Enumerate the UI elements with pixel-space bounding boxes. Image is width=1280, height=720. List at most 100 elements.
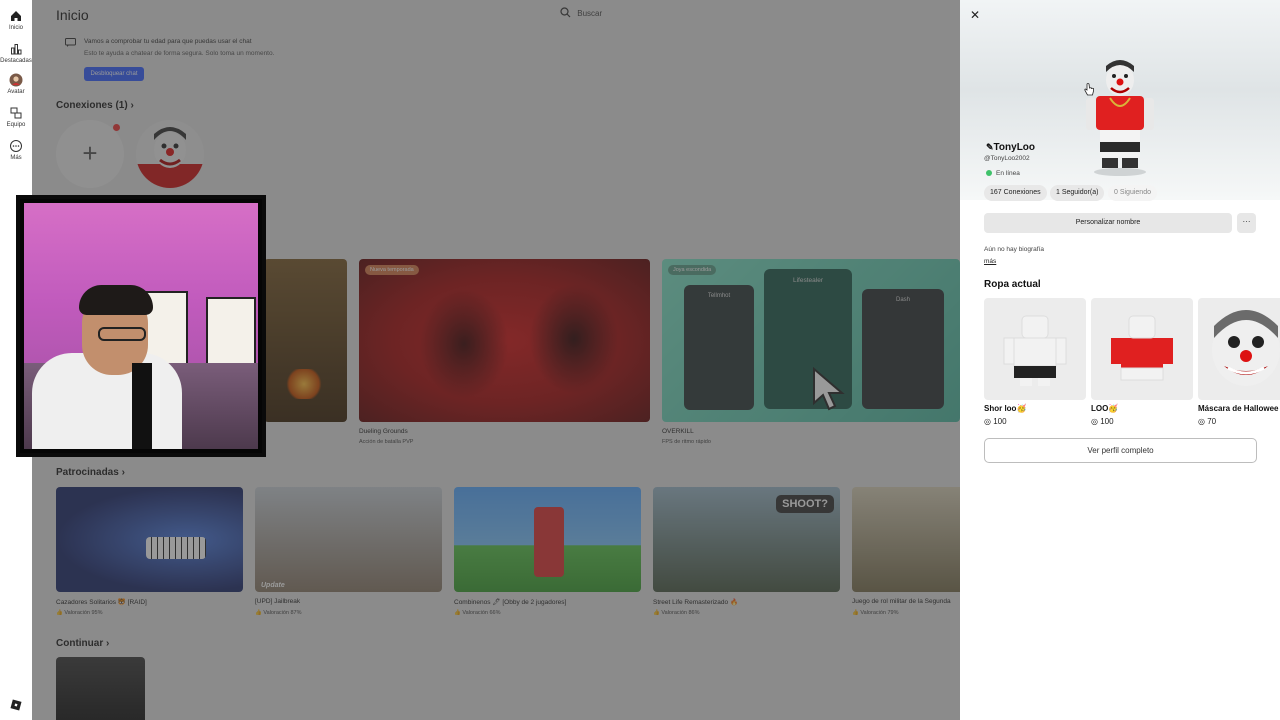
shirt-item-icon (1111, 315, 1173, 381)
nav-avatar-label: Avatar (7, 89, 25, 95)
page-title: Inicio (56, 7, 89, 23)
sponsored-item-title: Cazadores Solitarios 🐯 [RAID] (56, 599, 147, 606)
connection-avatar[interactable] (136, 120, 204, 188)
price-text: 100 (1100, 417, 1114, 426)
game-subtitle: FPS de ritmo rápido (662, 439, 711, 445)
age-notice-body: Esto te ayuda a chatear de forma segura.… (84, 50, 275, 57)
glasses (98, 327, 146, 341)
connections-count-pill[interactable]: 167 Conexiones (984, 185, 1047, 201)
game-title: Dueling Grounds (359, 428, 408, 435)
ability-card: Dash (862, 289, 944, 409)
outfit-item[interactable] (984, 298, 1086, 400)
more-options-button[interactable]: ··· (1237, 213, 1256, 233)
clown-avatar-icon (136, 127, 204, 188)
customize-name-button[interactable]: Personalizar nombre (984, 213, 1232, 233)
sponsored-item-rating: 👍 Valoración 86% (653, 610, 700, 616)
rating-text: Valoración 95% (64, 610, 103, 616)
robux-icon: ◎ (1198, 417, 1205, 426)
nav-more[interactable]: Más (0, 139, 32, 161)
display-name-text: TonyLoo (993, 142, 1036, 153)
more-icon (10, 140, 22, 152)
pencil-icon: ✎ (986, 142, 994, 152)
teeth-graphic (146, 537, 206, 559)
sponsored-item-rating: 👍 Valoración 79% (852, 610, 899, 616)
sponsored-thumb[interactable]: Update (255, 487, 442, 592)
chart-icon (11, 44, 22, 55)
search-bar[interactable]: Buscar (560, 7, 602, 18)
fighter-silhouette (419, 289, 509, 399)
sponsored-item-title: Street Life Remasterizado 🔥 (653, 599, 739, 606)
profile-panel: ✕ ✎TonyLoo @TonyLoo2002 En línea 167 Con… (960, 0, 1280, 720)
chevron-right-icon: › (130, 100, 134, 111)
add-connection-button[interactable]: + (56, 120, 124, 188)
following-count-pill[interactable]: 0 Siguiendo (1108, 185, 1157, 201)
nav-team[interactable]: Equipo (0, 106, 32, 128)
connections-title-label: Conexiones (1) (56, 100, 128, 111)
team-icon (10, 107, 22, 119)
bio-text: Aún no hay biografía (984, 246, 1044, 253)
view-full-profile-button[interactable]: Ver perfil completo (984, 438, 1257, 463)
unlock-chat-button[interactable]: Desbloquear chat (84, 67, 144, 81)
microphone (132, 363, 152, 449)
avatar-figure (1086, 60, 1154, 176)
continue-title-label: Continuar (56, 638, 104, 649)
sponsored-thumb[interactable] (454, 487, 641, 592)
followers-count-pill[interactable]: 1 Seguidor(a) (1050, 185, 1105, 201)
outfit-item[interactable] (1198, 298, 1280, 400)
nav-team-label: Equipo (6, 122, 26, 128)
shorts-item-icon (1003, 315, 1067, 386)
display-name[interactable]: ✎TonyLoo (986, 142, 1035, 153)
rating-text: Valoración 66% (462, 610, 501, 616)
shoot-badge: SHOOT? (776, 495, 834, 513)
nav-more-label: Más (10, 155, 22, 161)
sponsored-title-label: Patrocinadas (56, 467, 119, 478)
online-status-dot (986, 170, 992, 176)
sponsored-thumb[interactable] (852, 487, 960, 592)
price-text: 100 (993, 417, 1007, 426)
sponsored-item-rating: 👍 Valoración 66% (454, 610, 501, 616)
close-icon[interactable]: ✕ (968, 8, 982, 22)
ability-card-label: Tellmhot (707, 293, 731, 299)
roblox-logo-icon[interactable] (10, 699, 22, 711)
sponsored-item-title: Juego de rol militar de la Segunda (852, 598, 951, 605)
status-text: En línea (996, 170, 1020, 177)
game-thumb-partial[interactable] (264, 259, 347, 422)
game-thumb-dueling-grounds[interactable]: Nueva temporada (359, 259, 650, 422)
sponsored-thumb[interactable]: SHOOT? (653, 487, 840, 592)
outfit-item-price: ◎ 100 (984, 417, 1007, 426)
chat-icon (65, 38, 76, 47)
outfit-item[interactable] (1091, 298, 1193, 400)
robux-icon: ◎ (1091, 417, 1098, 426)
clown-mask-item-icon (1212, 310, 1280, 386)
sponsored-thumb[interactable] (56, 487, 243, 592)
webcam-feed (24, 203, 258, 449)
hand-cursor-icon (1084, 83, 1094, 96)
game-thumb-overkill[interactable]: Joya escondida Tellmhot Lifestealer Dash (662, 259, 960, 422)
outfit-item-price: ◎ 70 (1198, 417, 1216, 426)
continue-thumb[interactable] (56, 657, 145, 720)
home-icon (11, 11, 21, 21)
connections-title[interactable]: Conexiones (1) › (56, 100, 134, 111)
bio-more-link[interactable]: más (984, 258, 996, 265)
rating-text: Valoración 86% (661, 610, 700, 616)
sponsored-title[interactable]: Patrocinadas › (56, 467, 125, 478)
ability-card-label: Lifestealer (793, 277, 823, 284)
update-badge: Update (261, 582, 285, 589)
game-badge: Joya escondida (668, 265, 717, 275)
sponsored-item-rating: 👍 Valoración 95% (56, 610, 103, 616)
continue-title[interactable]: Continuar › (56, 638, 109, 649)
sponsored-item-title: Combinenos 🖊 [Obby de 2 jugadores] (454, 599, 567, 606)
outfit-title: Ropa actual (984, 279, 1041, 290)
nav-home[interactable]: Inicio (0, 9, 32, 31)
outfit-item-price: ◎ 100 (1091, 417, 1114, 426)
fire-graphic (284, 369, 324, 399)
ability-card: Tellmhot (684, 285, 754, 410)
age-notice-title: Vamos a comprobar tu edad para que pueda… (84, 38, 252, 45)
cursor-graphic-icon (813, 367, 845, 411)
rating-text: Valoración 87% (263, 610, 302, 616)
nav-featured-label: Destacadas (0, 58, 32, 64)
price-text: 70 (1207, 417, 1217, 426)
nav-featured[interactable]: Destacadas (0, 42, 32, 64)
outfit-item-name: Máscara de Hallowee (1198, 404, 1279, 413)
nav-avatar[interactable]: Avatar (0, 73, 32, 95)
